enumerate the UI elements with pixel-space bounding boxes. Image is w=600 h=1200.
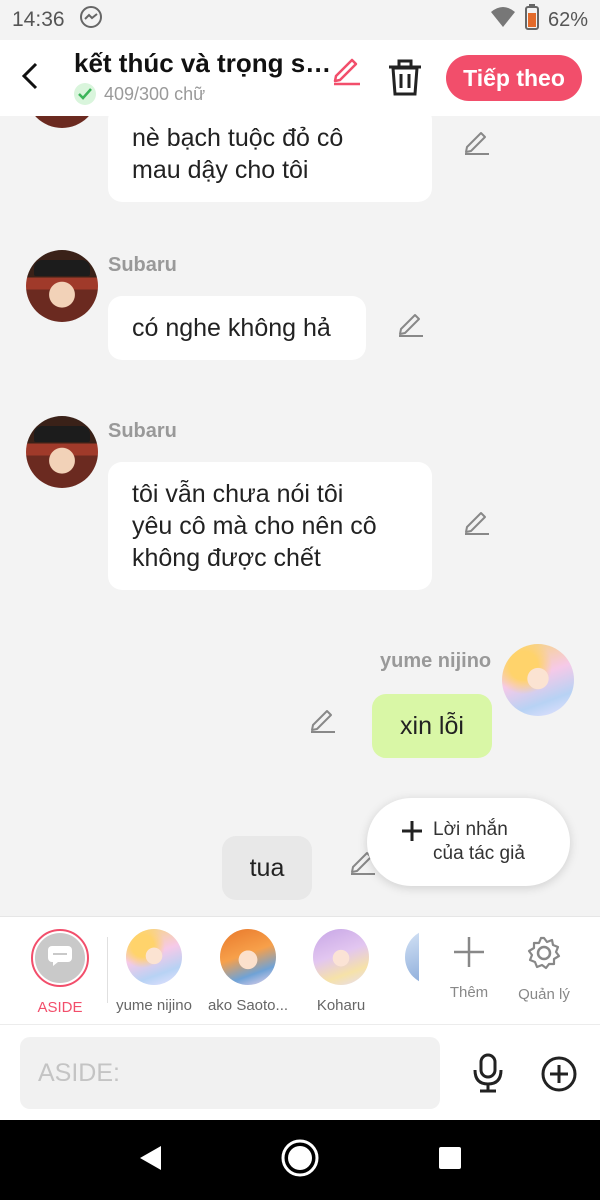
wifi-icon: [490, 6, 516, 34]
system-nav-bar: [0, 1120, 600, 1200]
message-line: mau dậy cho tôi: [132, 156, 309, 184]
author-note-line: của tác giả: [433, 843, 525, 864]
sender-name: Subaru: [108, 420, 177, 442]
microphone-icon: [470, 1053, 506, 1097]
aside-bubble[interactable]: tua: [222, 836, 312, 900]
character-more[interactable]: [405, 929, 419, 997]
battery-percent: 62%: [547, 8, 588, 31]
edit-message-icon[interactable]: [462, 506, 492, 536]
add-character-button[interactable]: Thêm: [434, 935, 504, 1001]
chat-bubble-icon: [47, 945, 73, 972]
add-content-button[interactable]: [540, 1055, 578, 1093]
nav-home-button[interactable]: [280, 1138, 320, 1183]
microphone-button[interactable]: [470, 1053, 510, 1093]
divider: [107, 937, 108, 1003]
delete-button[interactable]: [386, 58, 424, 98]
character-avatar: [313, 929, 369, 985]
message-line: tua: [249, 854, 285, 882]
chat-area[interactable]: nè bạch tuộc đỏ cô mau dậy cho tôi Subar…: [0, 116, 600, 916]
next-button[interactable]: Tiếp theo: [446, 55, 582, 101]
add-label: Thêm: [449, 984, 489, 1001]
nav-recents-icon: [436, 1144, 464, 1177]
character-label: ASIDE: [37, 999, 83, 1016]
edit-message-icon[interactable]: [308, 704, 338, 734]
character-ako[interactable]: ako Saoto...: [203, 929, 293, 1014]
nav-back-icon: [135, 1143, 165, 1178]
message-bubble[interactable]: xin lỗi: [372, 694, 492, 758]
aside-avatar: [31, 929, 89, 987]
character-koharu[interactable]: Koharu: [296, 929, 386, 1014]
message-line: không được chết: [132, 544, 321, 572]
status-bar: 14:36 62%: [0, 0, 600, 40]
edit-pencil-icon: [330, 58, 364, 90]
back-arrow-icon: [19, 61, 41, 96]
avatar[interactable]: [26, 116, 98, 128]
message-input[interactable]: [20, 1037, 440, 1109]
title-area: kết thúc và trọng si... 409/300 chữ: [74, 48, 334, 105]
edit-message-icon[interactable]: [396, 308, 426, 338]
nav-home-icon: [280, 1138, 320, 1183]
message-line: có nghe không hả: [132, 314, 331, 342]
message-line: yêu cô mà cho nên cô: [132, 512, 377, 540]
character-avatar: [405, 929, 419, 985]
author-note-line: Lời nhắn: [433, 819, 508, 840]
message-line: xin lỗi: [400, 712, 464, 740]
word-count: 409/300 chữ: [74, 83, 334, 105]
character-label: yume nijino: [116, 997, 192, 1014]
messenger-icon: [79, 5, 103, 35]
character-avatar: [126, 929, 182, 985]
trash-icon: [386, 59, 424, 102]
word-count-text: 409/300 chữ: [104, 83, 206, 104]
character-yume[interactable]: yume nijino: [109, 929, 199, 1014]
add-circle-icon: [540, 1056, 578, 1097]
avatar[interactable]: [502, 644, 574, 716]
edit-title-button[interactable]: [330, 52, 364, 86]
character-avatar: [220, 929, 276, 985]
message-bubble[interactable]: tôi vẫn chưa nói tôi yêu cô mà cho nên c…: [108, 462, 432, 590]
battery-icon: [524, 4, 540, 36]
message-line: tôi vẫn chưa nói tôi: [132, 480, 344, 508]
avatar[interactable]: [26, 250, 98, 322]
avatar[interactable]: [26, 416, 98, 488]
message-bubble[interactable]: nè bạch tuộc đỏ cô mau dậy cho tôi: [108, 116, 432, 202]
nav-recents-button[interactable]: [430, 1140, 470, 1180]
author-note-label: Lời nhắn của tác giả: [433, 818, 543, 866]
character-aside[interactable]: ASIDE: [15, 929, 105, 1016]
character-label: ako Saoto...: [207, 997, 289, 1014]
message-bubble[interactable]: có nghe không hả: [108, 296, 366, 360]
sender-name: Subaru: [108, 254, 177, 276]
sender-name: yume nijino: [380, 650, 492, 672]
character-bar: ASIDE yume nijino ako Saoto... Koharu Th…: [0, 916, 600, 1024]
plus-icon: [452, 937, 486, 973]
manage-label: Quản lý: [518, 986, 570, 1003]
story-title: kết thúc và trọng si...: [74, 48, 334, 78]
plus-icon: [401, 818, 423, 848]
manage-button[interactable]: Quản lý: [509, 935, 579, 1003]
nav-back-button[interactable]: [130, 1140, 170, 1180]
gear-icon: [526, 936, 562, 975]
character-label: Koharu: [316, 997, 366, 1014]
check-icon: [74, 83, 96, 105]
status-time: 14:36: [12, 8, 65, 31]
message-line: nè bạch tuộc đỏ cô: [132, 124, 344, 152]
input-area: [0, 1024, 600, 1120]
author-note-button[interactable]: Lời nhắn của tác giả: [367, 798, 570, 886]
edit-message-icon[interactable]: [462, 126, 492, 156]
header: kết thúc và trọng si... 409/300 chữ Tiếp…: [0, 40, 600, 116]
back-button[interactable]: [0, 40, 60, 116]
